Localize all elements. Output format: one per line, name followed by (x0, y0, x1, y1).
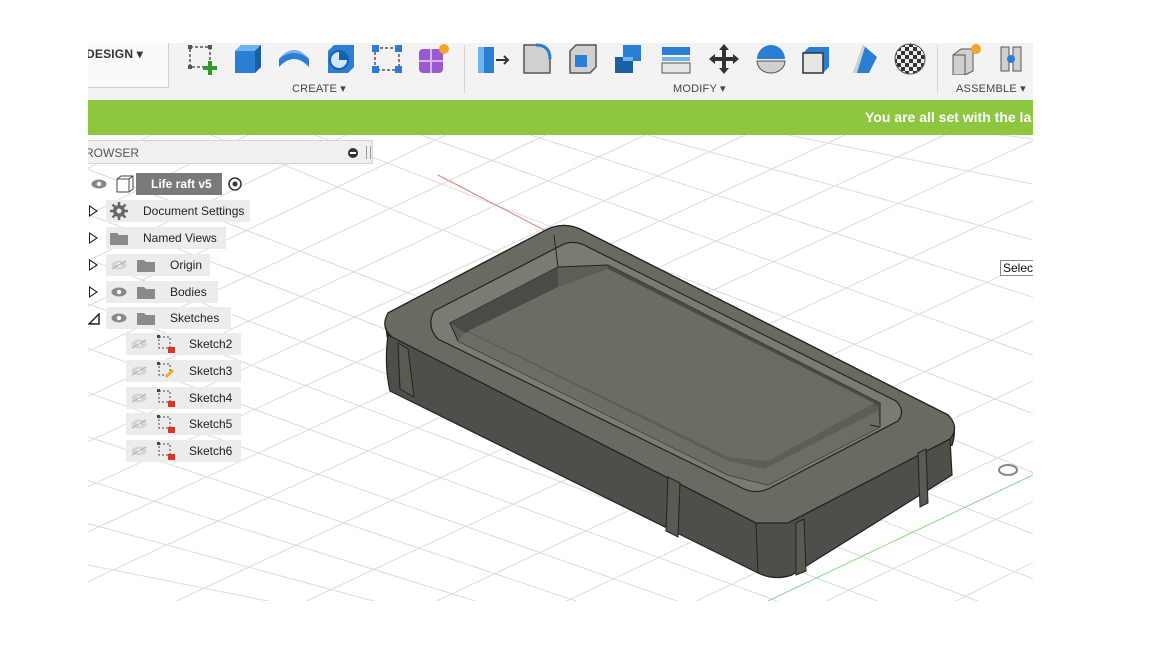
rectangular-pattern-icon[interactable] (370, 43, 404, 75)
create-form-icon[interactable] (417, 43, 451, 75)
item-label: Sketch5 (189, 417, 233, 431)
draft-icon[interactable] (847, 43, 881, 75)
activate-radio-icon[interactable] (228, 177, 242, 191)
revolve-icon[interactable] (277, 43, 311, 75)
item-label: Named Views (143, 231, 217, 245)
visibility-off-icon[interactable] (131, 366, 147, 376)
sketch-icon (157, 335, 175, 353)
banner-message: You are all set with the la (865, 109, 1032, 125)
toolbar: DESIGN ▾ CREATE ▾ MODIFY ▾ ASSEMBLE ▾ (88, 43, 1033, 100)
fusion-360-window: DESIGN ▾ CREATE ▾ MODIFY ▾ ASSEMBLE ▾ Yo… (88, 43, 1033, 601)
extrude-icon[interactable] (231, 43, 265, 75)
item-label: Bodies (170, 285, 207, 299)
browser-item-sketch2[interactable]: Sketch2 (126, 333, 246, 355)
pivot-indicator[interactable] (998, 464, 1018, 476)
gear-icon (110, 202, 128, 220)
folder-icon (137, 287, 155, 299)
browser-header[interactable]: ROWSER (88, 140, 373, 164)
visibility-off-icon[interactable] (111, 260, 127, 270)
expand-arrow-icon[interactable] (89, 232, 98, 244)
press-pull-icon[interactable] (476, 43, 510, 75)
folder-icon (110, 233, 128, 245)
browser-item-bodies[interactable]: Bodies (88, 281, 220, 303)
create-menu[interactable]: CREATE ▾ (292, 82, 346, 95)
visibility-off-icon[interactable] (131, 419, 147, 429)
expand-arrow-icon[interactable] (89, 286, 98, 298)
folder-icon (137, 313, 155, 325)
notification-banner: You are all set with the la (88, 100, 1033, 135)
browser-item-sketches[interactable]: Sketches (88, 307, 233, 329)
component-icon (116, 175, 134, 193)
browser-item-sketch4[interactable]: Sketch4 (126, 387, 246, 409)
visibility-icon[interactable] (91, 179, 107, 189)
browser-item-named-views[interactable]: Named Views (88, 227, 228, 249)
assemble-menu[interactable]: ASSEMBLE ▾ (956, 82, 1026, 95)
expand-arrow-icon[interactable] (89, 259, 98, 271)
toolbar-separator (464, 45, 465, 93)
toolbar-separator (937, 45, 938, 93)
browser-item-sketch3[interactable]: Sketch3 (126, 360, 246, 382)
fillet-icon[interactable] (520, 43, 554, 75)
item-label: Origin (170, 258, 203, 272)
item-label: Sketches (170, 311, 220, 325)
visibility-off-icon[interactable] (131, 393, 147, 403)
visibility-off-icon[interactable] (131, 446, 147, 456)
item-label: Sketch4 (189, 391, 233, 405)
folder-icon (137, 260, 155, 272)
collapse-arrow-icon[interactable] (88, 313, 100, 325)
joint-icon[interactable] (995, 43, 1029, 75)
new-component-icon[interactable] (949, 43, 983, 75)
scale-icon[interactable] (799, 43, 833, 75)
browser-item-sketch6[interactable]: Sketch6 (126, 440, 246, 462)
sketch-icon (157, 415, 175, 433)
item-label: Document Settings (143, 204, 245, 218)
shell-icon[interactable] (566, 43, 600, 75)
item-label: Sketch2 (189, 337, 233, 351)
sketch-icon (157, 389, 175, 407)
browser-root-row[interactable]: Life raft v5 (88, 173, 248, 195)
visibility-icon[interactable] (111, 313, 127, 323)
root-component-label: Life raft v5 (151, 177, 212, 191)
replace-face-icon[interactable] (660, 43, 694, 75)
sketch-icon (157, 442, 175, 460)
browser-item-document-settings[interactable]: Document Settings (88, 200, 258, 222)
sketch-edit-icon (157, 362, 174, 378)
selection-filter-box[interactable]: Select (1000, 260, 1033, 276)
modify-menu[interactable]: MODIFY ▾ (673, 82, 726, 95)
item-label: Sketch6 (189, 444, 233, 458)
pin-icon[interactable] (366, 146, 371, 159)
browser-title: ROWSER (88, 146, 139, 160)
visibility-icon[interactable] (111, 287, 127, 297)
workspace-label: DESIGN ▾ (88, 47, 143, 61)
item-label: Sketch3 (189, 364, 233, 378)
create-sketch-icon[interactable] (186, 43, 220, 75)
browser-item-sketch5[interactable]: Sketch5 (126, 413, 246, 435)
split-body-icon[interactable] (754, 43, 788, 75)
visibility-off-icon[interactable] (131, 339, 147, 349)
collapse-icon[interactable] (348, 148, 358, 158)
workspace-switcher[interactable]: DESIGN ▾ (88, 43, 169, 88)
move-copy-icon[interactable] (707, 43, 741, 75)
appearance-icon[interactable] (893, 43, 927, 75)
expand-arrow-icon[interactable] (89, 205, 98, 217)
browser-item-origin[interactable]: Origin (88, 254, 213, 276)
hole-icon[interactable] (324, 43, 358, 75)
combine-icon[interactable] (611, 43, 645, 75)
